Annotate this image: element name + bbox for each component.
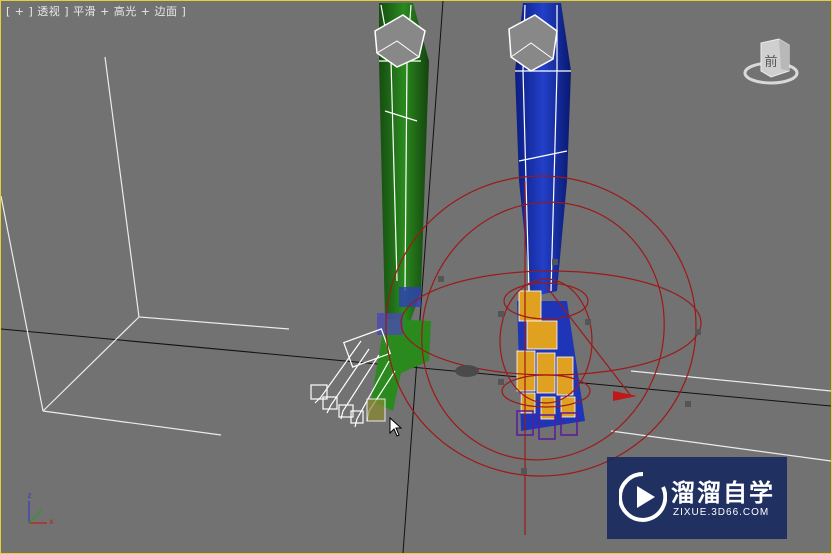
play-logo-icon	[618, 471, 668, 523]
watermark-site: ZIXUE.3D66.COM	[673, 507, 770, 518]
axis-tripod: z x y	[19, 491, 69, 536]
perspective-viewport[interactable]: [ + ] 透视 ] 平滑 + 高光 + 边面 ] 前 z x y 溜溜自学 Z…	[0, 0, 832, 554]
watermark-badge: 溜溜自学 ZIXUE.3D66.COM	[607, 457, 787, 539]
viewport-label-menu[interactable]: [ + ] 透视 ] 平滑 + 高光 + 边面 ]	[6, 3, 186, 19]
ground-shadow	[455, 365, 479, 377]
viewcube-icon[interactable]: 前	[743, 35, 799, 91]
watermark-brand: 溜溜自学	[671, 479, 775, 507]
viewcube-face-label[interactable]: 前	[761, 51, 781, 70]
axis-y-label: y	[37, 507, 42, 516]
axis-x-label: x	[49, 517, 54, 526]
mouse-pointer-icon	[389, 416, 403, 437]
right-foot-bones[interactable]	[516, 290, 585, 440]
move-arrow-x[interactable]	[613, 391, 637, 401]
right-leg-mesh[interactable]	[508, 3, 571, 297]
axis-z-label: z	[27, 491, 32, 500]
